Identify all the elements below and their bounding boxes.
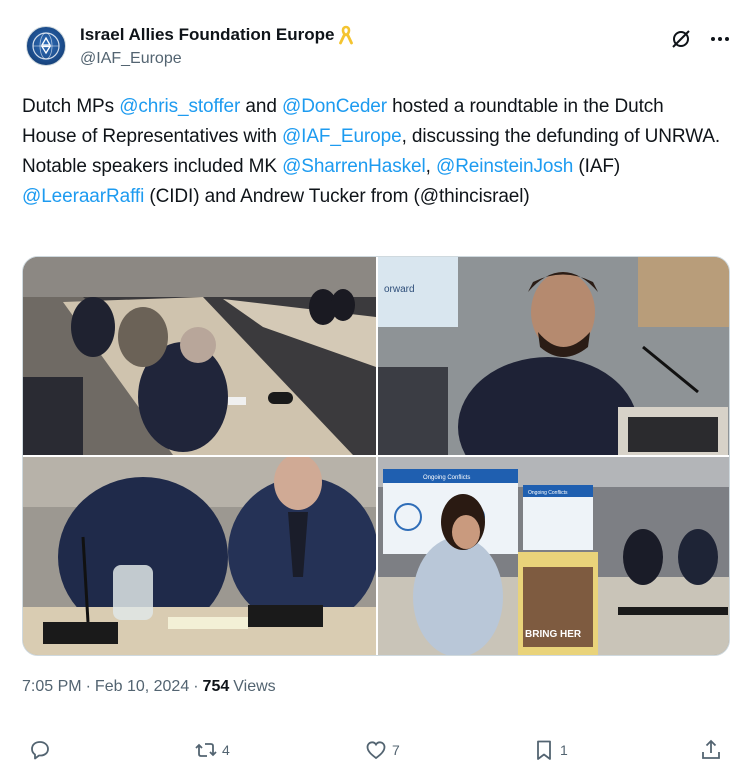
tweet-text-segment: (IAF) (573, 156, 621, 177)
grok-icon[interactable] (670, 28, 692, 50)
mention-link[interactable]: @SharrenHaskel (282, 156, 426, 177)
reply-button[interactable] (28, 736, 56, 764)
author-display-name[interactable]: Israel Allies Foundation Europe (80, 25, 334, 45)
like-button[interactable]: 7 (364, 736, 400, 764)
screen-title-1: Ongoing Conflicts (423, 475, 470, 481)
presentation-ongoing-conflicts-photo[interactable]: Ongoing Conflicts Ongoing Conflicts BRIN… (378, 457, 729, 655)
tweet-meta: 7:05 PM · Feb 10, 2024 · 754 Views (22, 678, 276, 696)
views-label: Views (233, 678, 276, 695)
views-count: 754 (202, 678, 230, 695)
speaker-with-microphone-photo[interactable]: orward (378, 257, 729, 455)
share-button[interactable] (699, 736, 727, 764)
display-name-row: Israel Allies Foundation Europe (80, 24, 354, 46)
heart-icon (366, 741, 386, 760)
repost-button[interactable]: 4 (194, 736, 230, 764)
tweet-text-segment: Dutch MPs (22, 96, 120, 117)
two-men-at-table-photo[interactable] (23, 457, 376, 655)
tweet-text-segment: , (425, 156, 436, 177)
tweet-date[interactable]: Feb 10, 2024 (95, 678, 189, 696)
screen-text: orward (384, 284, 415, 295)
media-grid: orward Ongoing Conflicts Ongoing Conflic… (22, 256, 730, 656)
like-count: 7 (392, 742, 400, 758)
speaker-image: orward (378, 257, 729, 455)
meta-separator: · (85, 678, 91, 695)
action-bar: 4 7 1 (22, 736, 727, 764)
two-men-image (23, 457, 376, 655)
reply-icon (31, 741, 49, 760)
roundtable-room-image (23, 257, 376, 455)
mention-link[interactable]: @ReinsteinJosh (436, 156, 573, 177)
more-options-icon[interactable] (708, 28, 732, 50)
tweet-text: Dutch MPs @chris_stoffer and @DonCeder h… (22, 92, 722, 212)
author-handle[interactable]: @IAF_Europe (80, 50, 354, 68)
mention-link[interactable]: @IAF_Europe (282, 126, 402, 147)
repost-count: 4 (222, 742, 230, 758)
presentation-image: Ongoing Conflicts Ongoing Conflicts BRIN… (378, 457, 729, 655)
author-name-block: Israel Allies Foundation Europe @IAF_Eur… (80, 24, 354, 68)
screen-title-2: Ongoing Conflicts (528, 490, 568, 496)
tweet-text-segment: (CIDI) and Andrew Tucker from (@thincisr… (144, 186, 530, 207)
roundtable-room-photo[interactable] (23, 257, 376, 455)
tweet-text-segment: and (240, 96, 282, 117)
bookmark-icon (537, 740, 551, 760)
globe-star-icon (32, 32, 60, 60)
share-icon (702, 739, 720, 759)
repost-icon (195, 743, 217, 757)
meta-separator-2: · (193, 678, 199, 695)
mention-link[interactable]: @LeeraarRaffi (22, 186, 144, 207)
bookmark-button[interactable]: 1 (532, 736, 568, 764)
mention-link[interactable]: @DonCeder (282, 96, 387, 117)
yellow-ribbon-icon (339, 25, 354, 45)
mention-link[interactable]: @chris_stoffer (119, 96, 240, 117)
tweet-time[interactable]: 7:05 PM (22, 678, 82, 696)
bookmark-count: 1 (560, 742, 568, 758)
poster-text: BRING HER (525, 629, 582, 640)
tweet-header: Israel Allies Foundation Europe @IAF_Eur… (22, 22, 732, 74)
author-avatar[interactable] (26, 26, 66, 66)
